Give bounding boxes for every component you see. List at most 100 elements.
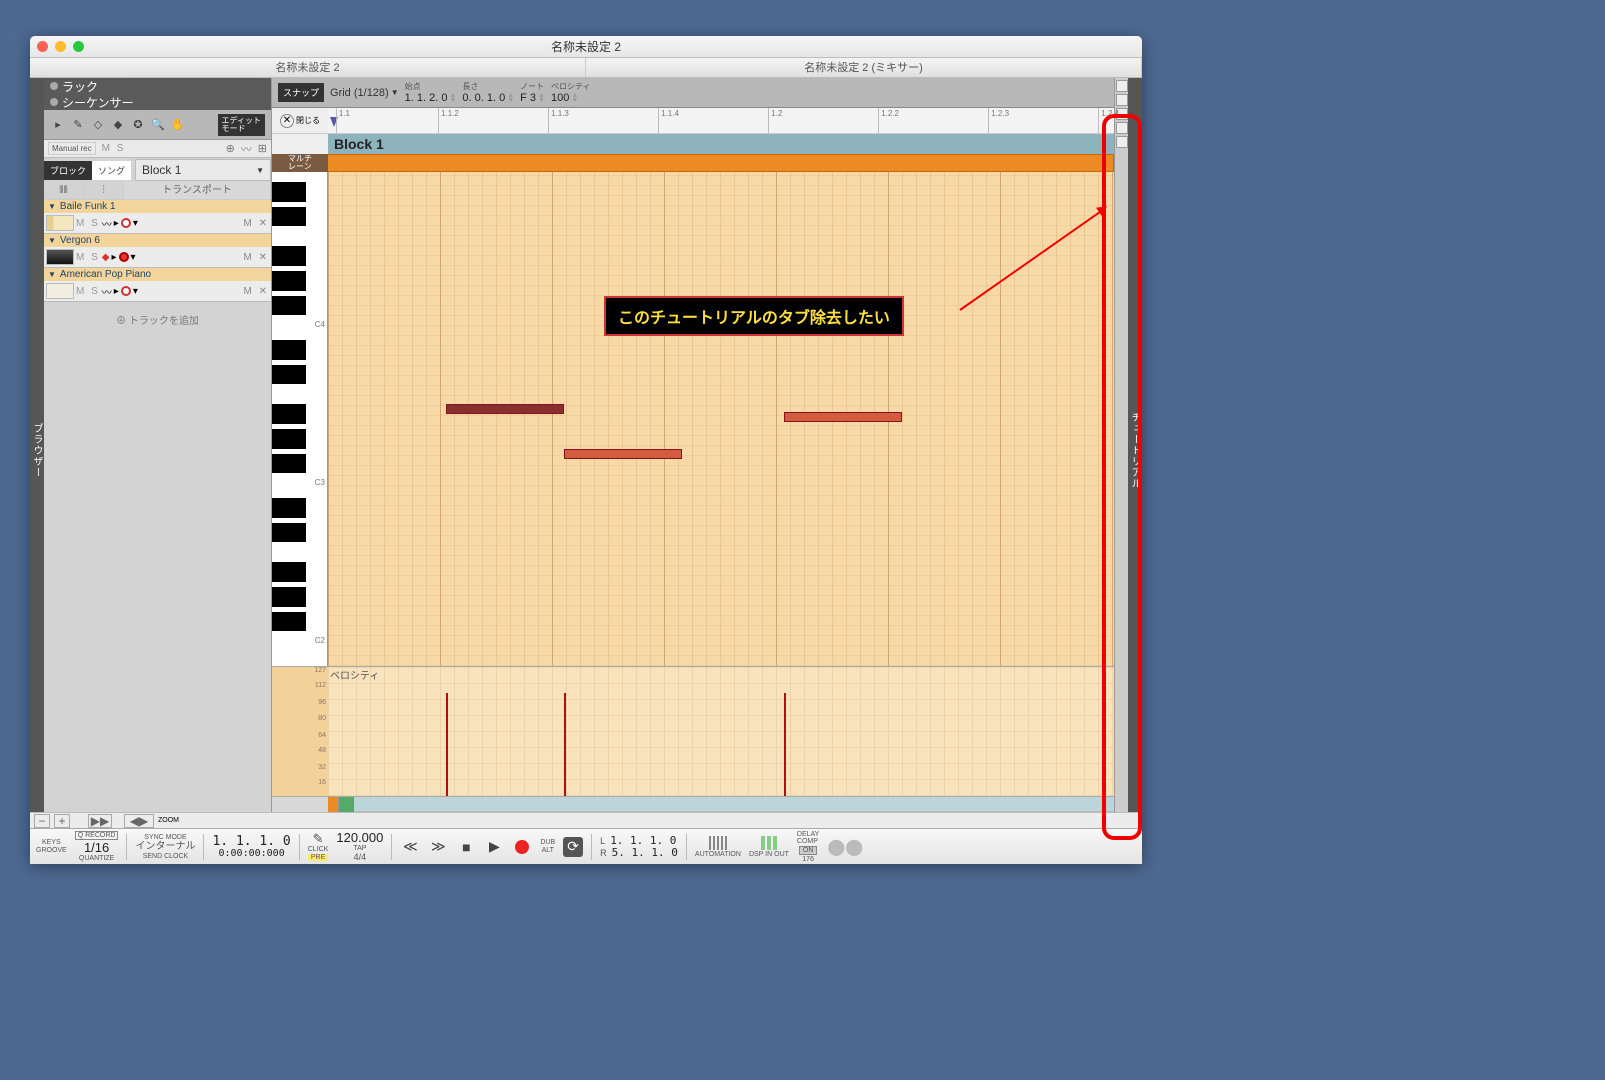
rack-header[interactable]: ラック bbox=[44, 78, 271, 94]
song-mode-button[interactable]: ソング bbox=[92, 161, 131, 180]
edit-mode-button[interactable]: エディット モード bbox=[218, 114, 265, 136]
window-title: 名称未設定 2 bbox=[551, 38, 621, 55]
keys-groove[interactable]: KEYS GROOVE bbox=[36, 839, 67, 854]
loop-button[interactable]: ⟳ bbox=[563, 837, 583, 857]
subtab-lanes[interactable]: ⫴⫴ bbox=[44, 182, 84, 199]
cpu-icon[interactable]: ⬤⬤ bbox=[827, 837, 863, 857]
annotation-highlight bbox=[1102, 114, 1142, 840]
midi-note[interactable] bbox=[564, 449, 682, 459]
subtab-small[interactable]: ⫶ bbox=[84, 182, 124, 199]
ruler-row: ✕ 閉じる 1.1 1.1.2 1.1.3 1.1.4 1.2 1.2.2 1.… bbox=[272, 108, 1114, 134]
razor-tool-icon[interactable]: ◆ bbox=[110, 117, 126, 133]
click-box[interactable]: ✎ CLICK PRE bbox=[308, 832, 329, 861]
velocity-bar[interactable] bbox=[564, 693, 566, 796]
zoom-out-icon[interactable]: − bbox=[34, 814, 50, 828]
zoom-reset[interactable]: ◀▶ bbox=[124, 814, 154, 828]
track[interactable]: ▼Vergon 6 M S◆▸▾M ✕ bbox=[44, 234, 271, 268]
wave-icon[interactable]: 〰 bbox=[241, 141, 252, 157]
start-field[interactable]: 始点 1. 1. 2. 0▲▼ bbox=[405, 81, 457, 104]
zoom-window-icon[interactable] bbox=[73, 41, 84, 52]
clip-header: Block 1 bbox=[272, 134, 1114, 154]
note-grid[interactable] bbox=[328, 172, 1114, 666]
arrow-tool-icon[interactable]: ▸ bbox=[50, 117, 66, 133]
midi-note[interactable] bbox=[784, 412, 902, 422]
add-track-button[interactable]: トラックを追加 bbox=[44, 302, 271, 337]
app-window: 名称未設定 2 名称未設定 2 名称未設定 2 (ミキサー) ブラウザー ラック… bbox=[30, 36, 1142, 864]
record-arm-icon[interactable] bbox=[119, 252, 129, 262]
body: ブラウザー ラック シーケンサー ▸ ✎ ◇ ◆ ✪ 🔍 ✋ エディット モード… bbox=[30, 78, 1142, 812]
tab-document[interactable]: 名称未設定 2 bbox=[30, 58, 586, 77]
lane-control: マルチ レーン bbox=[272, 154, 1114, 172]
track-global-row: Manual rec M S ⊕ 〰 ⊞ bbox=[44, 140, 271, 158]
inspector-icon[interactable] bbox=[1116, 80, 1128, 92]
locator-box[interactable]: L 1. 1. 1. 0 R 5. 1. 1. 0 bbox=[600, 835, 678, 858]
global-mute-solo[interactable]: M S bbox=[102, 143, 126, 154]
document-tabs: 名称未設定 2 名称未設定 2 (ミキサー) bbox=[30, 58, 1142, 78]
manual-rec-label: Manual rec bbox=[48, 142, 96, 155]
device-thumb[interactable] bbox=[46, 283, 74, 299]
block-dropdown[interactable]: Block 1▼ bbox=[135, 159, 271, 181]
grid-icon[interactable]: ⊞ bbox=[258, 142, 267, 155]
snap-button[interactable]: スナップ bbox=[278, 83, 324, 102]
browser-tab[interactable]: ブラウザー bbox=[30, 78, 44, 812]
add-icon[interactable]: ⊕ bbox=[226, 142, 235, 155]
erase-tool-icon[interactable]: ◇ bbox=[90, 117, 106, 133]
zoom-h-icon[interactable]: ▶▶ bbox=[88, 814, 112, 828]
sequencer-header[interactable]: シーケンサー bbox=[44, 94, 271, 110]
track-name: Vergon 6 bbox=[60, 235, 100, 246]
piano-keys[interactable]: C4 C3 C2 bbox=[272, 172, 328, 666]
tab-mixer[interactable]: 名称未設定 2 (ミキサー) bbox=[586, 58, 1142, 77]
dsp-meter: DSP IN OUT bbox=[749, 836, 789, 858]
position-display[interactable]: 1. 1. 1. 0 0:00:00:000 bbox=[212, 835, 290, 859]
close-window-icon[interactable] bbox=[37, 41, 48, 52]
velocity-bar[interactable] bbox=[446, 693, 448, 796]
record-button[interactable] bbox=[512, 837, 532, 857]
record-arm-icon[interactable] bbox=[121, 286, 131, 296]
close-clip[interactable]: ✕ 閉じる bbox=[272, 108, 328, 133]
subtab-transport[interactable]: トランスポート bbox=[124, 182, 271, 199]
block-song-row: ブロック ソング Block 1▼ bbox=[44, 158, 271, 182]
tempo-box[interactable]: 120.000 TAP 4/4 bbox=[336, 831, 383, 862]
grid-dropdown[interactable]: Grid (1/128)▼ bbox=[330, 87, 399, 99]
zoom-tool-icon[interactable]: 🔍 bbox=[150, 117, 166, 133]
multilane-button[interactable]: マルチ レーン bbox=[272, 154, 328, 172]
device-thumb[interactable] bbox=[46, 249, 74, 265]
overview-scroll[interactable] bbox=[272, 796, 1114, 812]
velocity-grid[interactable]: ベロシティ bbox=[328, 667, 1114, 796]
length-field[interactable]: 長さ 0. 0. 1. 0▲▼ bbox=[462, 81, 514, 104]
palette-icon[interactable] bbox=[1116, 94, 1128, 106]
clip-title[interactable]: Block 1 bbox=[328, 134, 1114, 154]
block-mode-button[interactable]: ブロック bbox=[44, 161, 92, 180]
velocity-lane: 127 112 96 80 64 48 32 16 ベロシティ bbox=[272, 666, 1114, 796]
ruler[interactable]: 1.1 1.1.2 1.1.3 1.1.4 1.2 1.2.2 1.2.3 1.… bbox=[328, 108, 1114, 133]
zoom-in-icon[interactable]: + bbox=[54, 814, 70, 828]
transport-bar: KEYS GROOVE Q RECORD 1/16 QUANTIZE SYNC … bbox=[30, 828, 1142, 864]
automation-box[interactable]: AUTOMATION bbox=[695, 836, 741, 858]
stop-button[interactable]: ■ bbox=[456, 837, 476, 857]
close-icon[interactable]: ✕ bbox=[280, 114, 294, 128]
track[interactable]: ▼Baile Funk 1 M S〰▸▾M ✕ bbox=[44, 200, 271, 234]
mute-tool-icon[interactable]: ✪ bbox=[130, 117, 146, 133]
hand-tool-icon[interactable]: ✋ bbox=[170, 117, 186, 133]
dub-alt[interactable]: DUB ALT bbox=[540, 839, 555, 854]
editor-toolbar: スナップ Grid (1/128)▼ 始点 1. 1. 2. 0▲▼ 長さ 0.… bbox=[272, 78, 1114, 108]
forward-button[interactable]: ≫ bbox=[428, 837, 448, 857]
record-arm-icon[interactable] bbox=[121, 218, 131, 228]
tool-row: ▸ ✎ ◇ ◆ ✪ 🔍 ✋ エディット モード bbox=[44, 110, 271, 140]
quantize-box[interactable]: Q RECORD 1/16 QUANTIZE bbox=[75, 831, 119, 862]
overview-handle[interactable] bbox=[328, 797, 338, 812]
velocity-bar[interactable] bbox=[784, 693, 786, 796]
note-field[interactable]: ノート F 3▲▼ bbox=[520, 81, 545, 104]
lane-strip[interactable] bbox=[328, 154, 1114, 172]
play-button[interactable]: ▶ bbox=[484, 837, 504, 857]
midi-note[interactable] bbox=[446, 404, 564, 414]
rewind-button[interactable]: ≪ bbox=[400, 837, 420, 857]
delay-comp[interactable]: DELAY COMP ON 176 bbox=[797, 831, 819, 863]
velocity-scale: 127 112 96 80 64 48 32 16 bbox=[272, 667, 328, 796]
minimize-window-icon[interactable] bbox=[55, 41, 66, 52]
pencil-tool-icon[interactable]: ✎ bbox=[70, 117, 86, 133]
device-thumb[interactable] bbox=[46, 215, 74, 231]
sync-box[interactable]: SYNC MODE インターナル SEND CLOCK bbox=[135, 834, 195, 860]
velocity-field[interactable]: ベロシティ 100▲▼ bbox=[551, 81, 591, 104]
track[interactable]: ▼American Pop Piano M S〰▸▾M ✕ bbox=[44, 268, 271, 302]
